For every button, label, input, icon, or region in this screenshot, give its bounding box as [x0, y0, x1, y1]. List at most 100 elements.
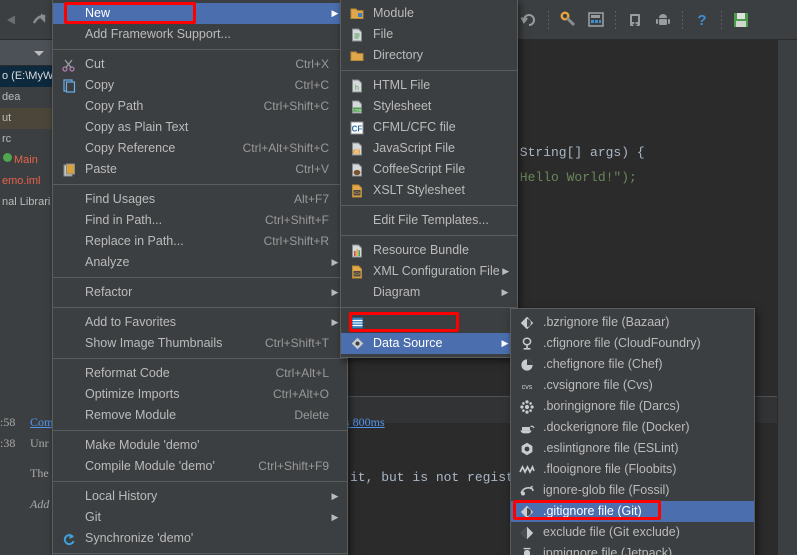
menu-item-diagram[interactable]: Diagram ▶ — [341, 282, 517, 303]
blank-icon — [346, 285, 368, 301]
android-device-icon[interactable] — [626, 11, 644, 29]
menu-item-show-image-thumbnails[interactable]: Show Image Thumbnails Ctrl+Shift+T — [53, 333, 347, 354]
sdk-manager-icon[interactable] — [559, 11, 577, 29]
ignore-file-submenu[interactable]: .bzrignore file (Bazaar) .cfignore file … — [510, 308, 755, 555]
tree-row[interactable]: ut — [0, 108, 52, 129]
android-icon[interactable] — [654, 11, 672, 29]
menu-item-label: Add to Favorites — [84, 312, 303, 333]
menu-item-label: Reformat Code — [84, 363, 250, 384]
menu-item-flooignore[interactable]: .flooignore file (Floobits) — [511, 459, 754, 480]
menu-item-file[interactable]: File — [341, 24, 517, 45]
menu-item-find-in-path[interactable]: Find in Path... Ctrl+Shift+F — [53, 210, 347, 231]
menu-item-bzrignore[interactable]: .bzrignore file (Bazaar) — [511, 312, 754, 333]
tree-row[interactable]: dea — [0, 87, 52, 108]
new-submenu[interactable]: Module File Directory h HTML File — [340, 0, 518, 358]
revert-icon[interactable] — [520, 11, 538, 29]
menu-item-ignore-glob[interactable]: ignore-glob file (Fossil) — [511, 480, 754, 501]
menu-item-cut[interactable]: Cut Ctrl+X — [53, 54, 347, 75]
menu-item-module[interactable]: Module — [341, 3, 517, 24]
blank-icon — [58, 438, 80, 454]
menu-item-chefignore[interactable]: .chefignore file (Chef) — [511, 354, 754, 375]
right-tool-strip — [777, 40, 797, 555]
console-link-1[interactable]: Com — [30, 415, 53, 430]
menu-item-accel: Ctrl+Alt+L — [250, 363, 329, 384]
menu-item-local-history[interactable]: Local History ▶ — [53, 486, 347, 507]
git-icon — [516, 504, 538, 520]
chevron-down-icon[interactable] — [34, 51, 44, 56]
svg-text:h: h — [355, 85, 359, 92]
menu-item-add-framework-support[interactable]: Add Framework Support... — [53, 24, 347, 45]
menu-item-make-module[interactable]: Make Module 'demo' — [53, 435, 347, 456]
menu-item-reformat-code[interactable]: Reformat Code Ctrl+Alt+L — [53, 363, 347, 384]
menu-item-resource-bundle[interactable]: Resource Bundle — [341, 240, 517, 261]
project-context-menu[interactable]: New ▶ Add Framework Support... Cut Ctrl+… — [52, 0, 348, 555]
menu-item-ignore-file[interactable]: Data Source ▶ — [341, 333, 517, 354]
tree-row[interactable]: rc — [0, 129, 52, 150]
menu-item-gitignore[interactable]: .gitignore file (Git) — [511, 501, 754, 522]
forward-arrow-icon[interactable] — [30, 11, 48, 29]
console-duration[interactable]: s 800ms — [345, 415, 385, 430]
blank-icon — [58, 213, 80, 229]
menu-item-copy-reference[interactable]: Copy Reference Ctrl+Alt+Shift+C — [53, 138, 347, 159]
menu-item-git[interactable]: Git ▶ — [53, 507, 347, 528]
menu-item-xslt-stylesheet[interactable]: <> XSLT Stylesheet — [341, 180, 517, 201]
menu-item-label: Resource Bundle — [372, 240, 499, 261]
menu-item-cfignore[interactable]: .cfignore file (CloudFoundry) — [511, 333, 754, 354]
menu-item-remove-module[interactable]: Remove Module Delete — [53, 405, 347, 426]
tree-row[interactable]: nal Librari — [0, 192, 52, 213]
menu-item-dockerignore[interactable]: .dockerignore file (Docker) — [511, 417, 754, 438]
menu-item-refactor[interactable]: Refactor ▶ — [53, 282, 347, 303]
menu-item-javascript-file[interactable]: JS JavaScript File — [341, 138, 517, 159]
menu-item-stylesheet[interactable]: CSS Stylesheet — [341, 96, 517, 117]
menu-item-synchronize[interactable]: Synchronize 'demo' — [53, 528, 347, 549]
menu-item-optimize-imports[interactable]: Optimize Imports Ctrl+Alt+O — [53, 384, 347, 405]
menu-item-cvsignore[interactable]: cvs .cvsignore file (Cvs) — [511, 375, 754, 396]
menu-item-git-exclude[interactable]: exclude file (Git exclude) — [511, 522, 754, 543]
project-panel-header[interactable] — [0, 40, 52, 66]
menu-item-find-usages[interactable]: Find Usages Alt+F7 — [53, 189, 347, 210]
menu-item-label: Compile Module 'demo' — [84, 456, 232, 477]
console-message-5: it, but is not regist — [350, 470, 514, 485]
menu-item-copy-path[interactable]: Copy Path Ctrl+Shift+C — [53, 96, 347, 117]
menu-item-coffeescript-file[interactable]: CoffeeScript File — [341, 159, 517, 180]
menu-item-eslintignore[interactable]: .eslintignore file (ESLint) — [511, 438, 754, 459]
menu-item-data-source[interactable] — [341, 312, 517, 333]
menu-item-paste[interactable]: Paste Ctrl+V — [53, 159, 347, 180]
console-message-text: Add — [30, 497, 49, 511]
xslt-icon: <> — [346, 183, 368, 199]
menu-item-analyze[interactable]: Analyze ▶ — [53, 252, 347, 273]
menu-item-replace-in-path[interactable]: Replace in Path... Ctrl+Shift+R — [53, 231, 347, 252]
blank-icon — [58, 510, 80, 526]
tree-row[interactable]: Main — [0, 150, 52, 171]
help-icon[interactable]: ? — [693, 11, 711, 29]
menu-item-edit-file-templates[interactable]: Edit File Templates... — [341, 210, 517, 231]
save-icon[interactable] — [732, 11, 750, 29]
blank-icon — [58, 387, 80, 403]
menu-item-add-to-favorites[interactable]: Add to Favorites ▶ — [53, 312, 347, 333]
project-tree[interactable]: o (E:\MyW dea ut rc Main emo.iml nal Lib… — [0, 66, 52, 555]
back-arrow-icon[interactable] — [2, 11, 20, 29]
menu-item-copy[interactable]: Copy Ctrl+C — [53, 75, 347, 96]
menu-item-boringignore[interactable]: .boringignore file (Darcs) — [511, 396, 754, 417]
avd-manager-icon[interactable] — [587, 11, 605, 29]
menu-item-compile-module[interactable]: Compile Module 'demo' Ctrl+Shift+F9 — [53, 456, 347, 477]
blank-icon — [58, 99, 80, 115]
tree-row-label: Main — [14, 154, 38, 166]
tree-row[interactable]: emo.iml — [0, 171, 52, 192]
menu-item-directory[interactable]: Directory — [341, 45, 517, 66]
menu-item-cfml-cfc-file[interactable]: CF CFML/CFC file — [341, 117, 517, 138]
menu-item-copy-as-plain-text[interactable]: Copy as Plain Text — [53, 117, 347, 138]
tree-row[interactable]: o (E:\MyW — [0, 66, 52, 87]
cfml-icon: CF — [346, 120, 368, 136]
menu-item-html-file[interactable]: h HTML File — [341, 75, 517, 96]
floobits-icon — [516, 462, 538, 478]
menu-item-label: .cfignore file (CloudFoundry) — [542, 333, 748, 354]
menu-item-label: Make Module 'demo' — [84, 435, 303, 456]
docker-icon — [516, 420, 538, 436]
menu-item-xml-configuration-file[interactable]: <> XML Configuration File ▶ — [341, 261, 517, 282]
menu-separator — [53, 553, 347, 554]
menu-item-new[interactable]: New ▶ — [53, 3, 347, 24]
menu-separator — [53, 307, 347, 308]
menu-item-jpmignore[interactable]: jpmignore file (Jetpack) — [511, 543, 754, 555]
menu-item-accel: Ctrl+V — [269, 159, 329, 180]
